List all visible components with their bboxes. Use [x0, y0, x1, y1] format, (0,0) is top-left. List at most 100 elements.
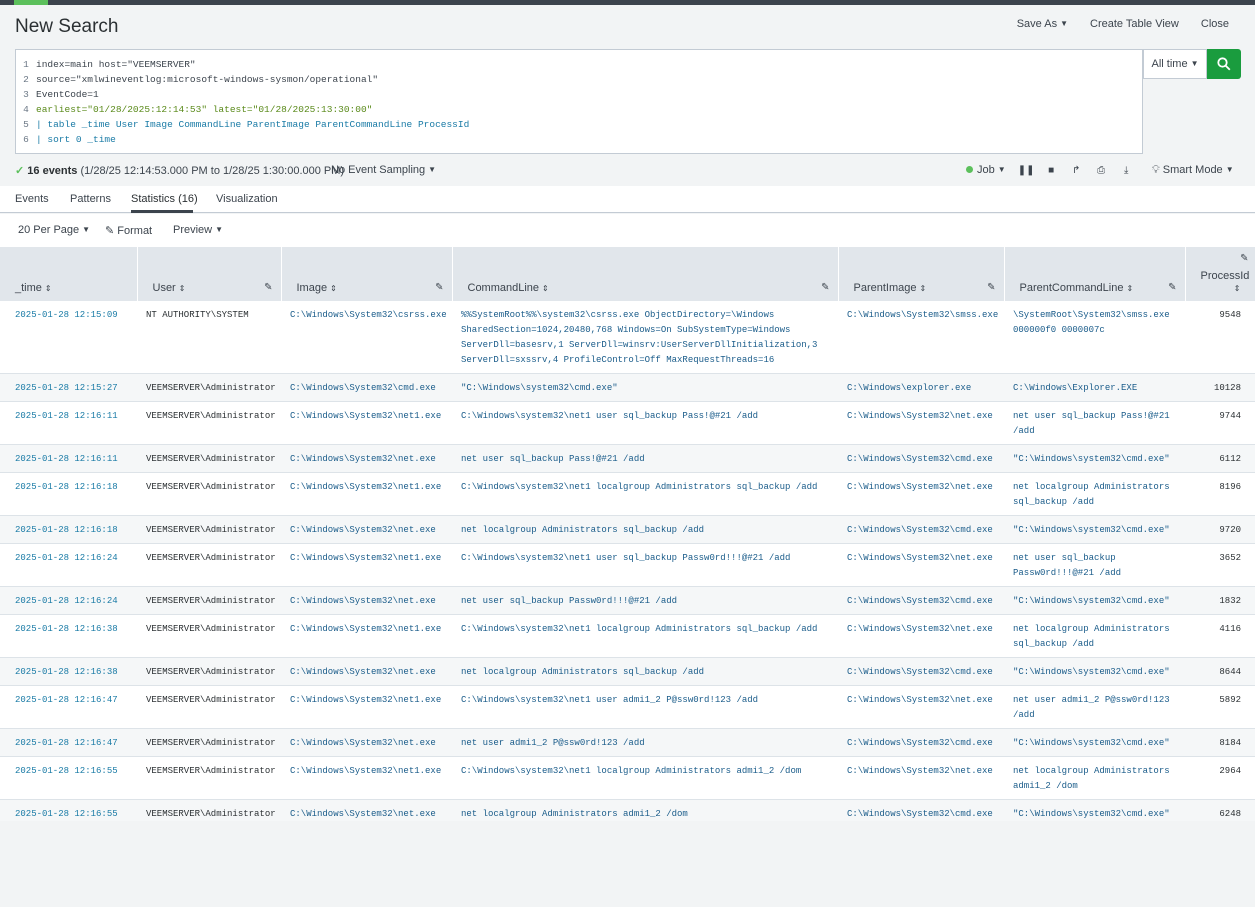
- cell-parentcommandline[interactable]: net user admi1_2 P@ssw0rd!123 /add: [1004, 685, 1185, 729]
- cell-processid[interactable]: 10128: [1185, 373, 1255, 402]
- cell-image[interactable]: C:\Windows\System32\csrss.exe: [281, 301, 452, 374]
- cell-parentimage[interactable]: C:\Windows\System32\cmd.exe: [838, 586, 1004, 615]
- cell-processid[interactable]: 8644: [1185, 657, 1255, 686]
- cell-time[interactable]: 2025-01-28 12:16:38: [0, 614, 137, 658]
- table-row[interactable]: 2025-01-28 12:15:27 VEEMSERVER\Administra…: [0, 373, 1255, 402]
- cell-parentimage[interactable]: C:\Windows\System32\net.exe: [838, 756, 1004, 800]
- pencil-icon[interactable]: ✎: [1240, 253, 1248, 264]
- table-row[interactable]: 2025-01-28 12:16:24 VEEMSERVER\Administra…: [0, 543, 1255, 587]
- cell-processid[interactable]: 1832: [1185, 586, 1255, 615]
- cell-time[interactable]: 2025-01-28 12:15:27: [0, 373, 137, 402]
- table-row[interactable]: 2025-01-28 12:16:38 VEEMSERVER\Administra…: [0, 657, 1255, 686]
- cell-image[interactable]: C:\Windows\System32\net.exe: [281, 586, 452, 615]
- cell-user[interactable]: VEEMSERVER\Administrator: [137, 373, 281, 402]
- per-page-dropdown[interactable]: 20 Per Page ▼: [18, 224, 90, 236]
- cell-parentimage[interactable]: C:\Windows\System32\net.exe: [838, 685, 1004, 729]
- cell-parentcommandline[interactable]: "C:\Windows\system32\cmd.exe": [1004, 728, 1185, 757]
- cell-processid[interactable]: 9548: [1185, 301, 1255, 374]
- job-dropdown[interactable]: Job ▼: [966, 164, 1006, 176]
- cell-user[interactable]: VEEMSERVER\Administrator: [137, 614, 281, 658]
- column-header-commandline[interactable]: CommandLine ⇕ ✎: [452, 247, 839, 301]
- cell-image[interactable]: C:\Windows\System32\cmd.exe: [281, 373, 452, 402]
- pencil-icon[interactable]: ✎: [821, 282, 829, 293]
- cell-parentimage[interactable]: C:\Windows\System32\cmd.exe: [838, 728, 1004, 757]
- cell-time[interactable]: 2025-01-28 12:16:55: [0, 756, 137, 800]
- cell-time[interactable]: 2025-01-28 12:16:47: [0, 685, 137, 729]
- cell-parentimage[interactable]: C:\Windows\System32\cmd.exe: [838, 444, 1004, 473]
- tab-statistics[interactable]: Statistics (16): [131, 193, 198, 205]
- cell-image[interactable]: C:\Windows\System32\net1.exe: [281, 543, 452, 587]
- cell-time[interactable]: 2025-01-28 12:16:18: [0, 515, 137, 544]
- cell-user[interactable]: VEEMSERVER\Administrator: [137, 543, 281, 587]
- cell-processid[interactable]: 9744: [1185, 401, 1255, 445]
- cell-time[interactable]: 2025-01-28 12:16:47: [0, 728, 137, 757]
- table-row[interactable]: 2025-01-28 12:15:09 NT AUTHORITY\SYSTEM C:…: [0, 301, 1255, 374]
- column-header-user[interactable]: User ⇕ ✎: [137, 247, 282, 301]
- cell-parentcommandline[interactable]: net user sql_backup Pass!@#21 /add: [1004, 401, 1185, 445]
- search-query-editor[interactable]: 1 index=main host="VEEMSERVER" 2 source="x…: [15, 49, 1143, 154]
- cell-image[interactable]: C:\Windows\System32\net1.exe: [281, 472, 452, 516]
- cell-parentimage[interactable]: C:\Windows\System32\smss.exe: [838, 301, 1004, 374]
- cell-parentimage[interactable]: C:\Windows\System32\cmd.exe: [838, 515, 1004, 544]
- create-table-view-button[interactable]: Create Table View: [1090, 18, 1179, 30]
- cell-parentimage[interactable]: C:\Windows\System32\cmd.exe: [838, 657, 1004, 686]
- cell-time[interactable]: 2025-01-28 12:16:38: [0, 657, 137, 686]
- cell-parentcommandline[interactable]: net localgroup Administrators sql_backup…: [1004, 614, 1185, 658]
- cell-processid[interactable]: 3652: [1185, 543, 1255, 587]
- cell-user[interactable]: VEEMSERVER\Administrator: [137, 728, 281, 757]
- cell-image[interactable]: C:\Windows\System32\net1.exe: [281, 756, 452, 800]
- tab-visualization[interactable]: Visualization: [216, 193, 278, 205]
- cell-parentcommandline[interactable]: C:\Windows\Explorer.EXE: [1004, 373, 1185, 402]
- cell-parentcommandline[interactable]: "C:\Windows\system32\cmd.exe": [1004, 515, 1185, 544]
- share-icon[interactable]: ↱: [1064, 165, 1089, 176]
- column-header-processid[interactable]: ✎ ProcessId ⇕: [1185, 247, 1255, 301]
- cell-commandline[interactable]: net localgroup Administrators sql_backup…: [452, 515, 838, 544]
- cell-commandline[interactable]: C:\Windows\system32\net1 localgroup Admi…: [452, 756, 838, 800]
- cell-image[interactable]: C:\Windows\System32\net1.exe: [281, 614, 452, 658]
- tab-patterns[interactable]: Patterns: [70, 193, 111, 205]
- cell-parentcommandline[interactable]: net localgroup Administrators sql_backup…: [1004, 472, 1185, 516]
- print-icon[interactable]: ⎙: [1089, 165, 1114, 176]
- table-row[interactable]: 2025-01-28 12:16:11 VEEMSERVER\Administra…: [0, 401, 1255, 445]
- cell-parentcommandline[interactable]: "C:\Windows\system32\cmd.exe": [1004, 657, 1185, 686]
- cell-image[interactable]: C:\Windows\System32\net.exe: [281, 515, 452, 544]
- cell-parentimage[interactable]: C:\Windows\System32\net.exe: [838, 472, 1004, 516]
- pencil-icon[interactable]: ✎: [435, 282, 443, 293]
- pause-icon[interactable]: ❚❚: [1014, 165, 1039, 176]
- cell-user[interactable]: VEEMSERVER\Administrator: [137, 515, 281, 544]
- table-row[interactable]: 2025-01-28 12:16:47 VEEMSERVER\Administra…: [0, 728, 1255, 757]
- cell-processid[interactable]: 8196: [1185, 472, 1255, 516]
- column-header-parentimage[interactable]: ParentImage ⇕ ✎: [838, 247, 1005, 301]
- table-row[interactable]: 2025-01-28 12:16:18 VEEMSERVER\Administra…: [0, 472, 1255, 516]
- event-sampling-dropdown[interactable]: No Event Sampling ▼: [331, 164, 436, 176]
- stop-icon[interactable]: ■: [1039, 165, 1064, 176]
- cell-processid[interactable]: 2964: [1185, 756, 1255, 800]
- cell-parentimage[interactable]: C:\Windows\System32\net.exe: [838, 401, 1004, 445]
- export-icon[interactable]: ⤓: [1114, 165, 1139, 176]
- cell-parentimage[interactable]: C:\Windows\explorer.exe: [838, 373, 1004, 402]
- preview-dropdown[interactable]: Preview ▼: [173, 224, 223, 236]
- cell-commandline[interactable]: net localgroup Administrators sql_backup…: [452, 657, 838, 686]
- cell-processid[interactable]: 9720: [1185, 515, 1255, 544]
- time-range-picker[interactable]: All time ▼: [1143, 49, 1207, 79]
- cell-user[interactable]: VEEMSERVER\Administrator: [137, 472, 281, 516]
- cell-image[interactable]: C:\Windows\System32\net1.exe: [281, 685, 452, 729]
- cell-parentimage[interactable]: C:\Windows\System32\net.exe: [838, 543, 1004, 587]
- table-row[interactable]: 2025-01-28 12:16:11 VEEMSERVER\Administra…: [0, 444, 1255, 473]
- cell-commandline[interactable]: C:\Windows\system32\net1 user sql_backup…: [452, 401, 838, 445]
- close-button[interactable]: Close: [1201, 18, 1229, 30]
- cell-commandline[interactable]: C:\Windows\system32\net1 localgroup Admi…: [452, 472, 838, 516]
- column-header-time[interactable]: _time ⇕: [0, 247, 138, 301]
- table-row[interactable]: 2025-01-28 12:16:38 VEEMSERVER\Administra…: [0, 614, 1255, 658]
- cell-commandline[interactable]: net user admi1_2 P@ssw0rd!123 /add: [452, 728, 838, 757]
- pencil-icon[interactable]: ✎: [987, 282, 995, 293]
- cell-parentcommandline[interactable]: net user sql_backup Passw0rd!!!@#21 /add: [1004, 543, 1185, 587]
- cell-commandline[interactable]: C:\Windows\system32\net1 user sql_backup…: [452, 543, 838, 587]
- cell-user[interactable]: VEEMSERVER\Administrator: [137, 401, 281, 445]
- column-header-image[interactable]: Image ⇕ ✎: [281, 247, 453, 301]
- table-row[interactable]: 2025-01-28 12:16:55 VEEMSERVER\Administra…: [0, 756, 1255, 800]
- cell-time[interactable]: 2025-01-28 12:16:18: [0, 472, 137, 516]
- cell-image[interactable]: C:\Windows\System32\net.exe: [281, 728, 452, 757]
- cell-time[interactable]: 2025-01-28 12:16:11: [0, 401, 137, 445]
- cell-parentcommandline[interactable]: "C:\Windows\system32\cmd.exe": [1004, 586, 1185, 615]
